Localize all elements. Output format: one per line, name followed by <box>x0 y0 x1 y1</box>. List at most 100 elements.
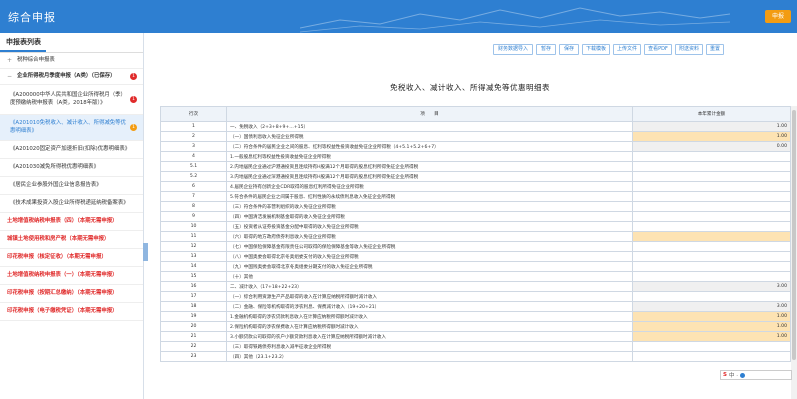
amount-cell[interactable] <box>632 181 791 192</box>
sidebar-item-label: 税种综合申报表 <box>17 56 55 63</box>
row-item: 一、免税收入（2+3+8+9+…+15） <box>226 121 633 132</box>
amount-cell[interactable] <box>632 201 791 212</box>
amount-cell[interactable] <box>632 351 791 362</box>
toolbar-button-1[interactable]: 暂存 <box>536 44 556 55</box>
row-item: 2.保险机构取得的涉农保费收入在计算应纳税所得额时减计收入 <box>226 321 633 332</box>
sidebar-collapse-handle[interactable] <box>143 243 148 261</box>
vertical-scrollbar[interactable] <box>791 106 797 399</box>
row-item: 1.金融机构取得的涉农贷款利息收入在计算应纳税所得额时减计收入 <box>226 311 633 322</box>
row-number: 5.1 <box>160 161 227 172</box>
row-number: 5.2 <box>160 171 227 182</box>
row-number: 1 <box>160 121 227 132</box>
sidebar-item-12[interactable]: 印花税申报（按期汇总缴纳）（本期无需申报） <box>0 285 143 303</box>
sidebar-item-label: 土地增值税纳税申报表（一）（本期无需申报） <box>7 271 118 278</box>
row-item: （二）符合条件的居民企业之间的股息、红利等权益性投资收益免征企业所得税（4+5.… <box>226 141 633 152</box>
toolbar-button-6[interactable]: 附送资料 <box>675 44 703 55</box>
row-item: 二、减计收入（17+18+22+23） <box>226 281 633 292</box>
sidebar-item-9[interactable]: 城镇土地使用税和房产税（本期无需申报） <box>0 231 143 249</box>
col-header-amount: 本年累计金额 <box>632 106 791 122</box>
table-row: 14 （九）中国残奥委会取得北京冬奥组委分期支付的收入免征企业所得税 <box>160 261 791 272</box>
row-item: （三）取得铁路债券利息收入减半征收企业所得税 <box>226 341 633 352</box>
row-number: 3 <box>160 141 227 152</box>
row-number: 12 <box>160 241 227 252</box>
toolbar-button-3[interactable]: 下载模板 <box>582 44 610 55</box>
scrollbar-thumb[interactable] <box>792 110 796 360</box>
sidebar-item-6[interactable]: 《居民企业参股外国企业信息报告表》 <box>0 177 143 195</box>
sidebar-item-7[interactable]: 《技术成果投资入股企业所得税递延纳税备案表》 <box>0 195 143 213</box>
sidebar-item-label: 印花税申报（按期汇总缴纳）（本期无需申报） <box>7 289 118 296</box>
floating-ime-toolbar[interactable]: S 中 · <box>720 370 792 380</box>
row-item: （一）综合利用资源生产产品取得的收入在计算应纳税所得额时减计收入 <box>226 291 633 302</box>
toolbar-button-2[interactable]: 保存 <box>559 44 579 55</box>
sidebar-item-label: 城镇土地使用税和房产税（本期无需申报） <box>7 235 110 242</box>
amount-cell[interactable] <box>632 241 791 252</box>
row-item: 2.内地居民企业通过沪港通投资且连续持有H股满12个月取得的股息红利所得免征企业… <box>226 161 633 172</box>
row-number: 20 <box>160 321 227 332</box>
great-wall-decoration <box>300 7 730 33</box>
app-window: 综合申报 申报 申报表列表 + 税种综合申报表 − 企业所得税月季度申报（A类）（已保… <box>0 0 797 399</box>
sidebar-item-5[interactable]: 《A201030减免所得税优惠明细表》 <box>0 159 143 177</box>
amount-cell[interactable]: 1.00 <box>632 131 791 142</box>
declare-button[interactable]: 申报 <box>765 10 791 23</box>
toolbar-button-4[interactable]: 上传文件 <box>613 44 641 55</box>
row-number: 19 <box>160 311 227 322</box>
amount-cell[interactable] <box>632 341 791 352</box>
amount-cell[interactable] <box>632 151 791 162</box>
sidebar-item-4[interactable]: 《A201020固定资产加速折旧(扣除)优惠明细表》 <box>0 141 143 159</box>
app-title: 综合申报 <box>8 11 56 24</box>
row-number: 16 <box>160 281 227 292</box>
sidebar-item-label: 《居民企业参股外国企业信息报告表》 <box>10 181 102 188</box>
toolbar-button-0[interactable]: 财务数据导入 <box>493 44 533 55</box>
amount-cell: 3.00 <box>632 281 791 292</box>
amount-cell[interactable]: 1.00 <box>632 311 791 322</box>
table-row: 2 （一）国债利息收入免征企业所得税 1.00 <box>160 131 791 142</box>
amount-cell[interactable] <box>632 211 791 222</box>
amount-cell[interactable] <box>632 271 791 282</box>
amount-cell[interactable] <box>632 191 791 202</box>
row-number: 14 <box>160 261 227 272</box>
sidebar-item-0[interactable]: + 税种综合申报表 <box>0 53 143 69</box>
sidebar-item-label: 《技术成果投资入股企业所得税递延纳税备案表》 <box>10 199 129 206</box>
sidebar-item-11[interactable]: 土地增值税纳税申报表（一）（本期无需申报） <box>0 267 143 285</box>
row-number: 22 <box>160 341 227 352</box>
row-item: （九）中国残奥委会取得北京冬奥组委分期支付的收入免征企业所得税 <box>226 261 633 272</box>
amount-cell[interactable] <box>632 171 791 182</box>
row-item: （七）中国保险保障基金有限责任公司取得的保险保障基金等收入免征企业所得税 <box>226 241 633 252</box>
table-row: 10 （五）投资者从证券投资基金分配中取得的收入免征企业所得税 <box>160 221 791 232</box>
amount-cell[interactable] <box>632 291 791 302</box>
sidebar-item-2[interactable]: 《A200000中华人民共和国企业所得税月（季）度预缴纳税申报表（A类，2018… <box>0 85 143 115</box>
sidebar-item-1[interactable]: − 企业所得税月季度申报（A类）（已保存） 1 <box>0 69 143 85</box>
table-row: 18 （二）金融、保险等机构取得的涉农利息、保费减计收入（19+20+21） 3.0… <box>160 301 791 312</box>
sidebar-item-3[interactable]: 《A201010免税收入、减计收入、所得减免等优惠明细表》 1 <box>0 115 143 141</box>
row-item: （一）国债利息收入免征企业所得税 <box>226 131 633 142</box>
col-header-item: 项 目 <box>226 106 633 122</box>
table-row: 13 （八）中国奥委会取得北京冬奥组委支付的收入免征企业所得税 <box>160 251 791 262</box>
row-item: （二）金融、保险等机构取得的涉农利息、保费减计收入（19+20+21） <box>226 301 633 312</box>
amount-cell[interactable] <box>632 231 791 242</box>
amount-cell: 1.00 <box>632 121 791 132</box>
sidebar-item-13[interactable]: 印花税申报（电子缴税凭证）（本期无需申报） <box>0 303 143 321</box>
sidebar-item-label: 企业所得税月季度申报（A类）（已保存） <box>17 72 116 79</box>
sidebar: 申报表列表 + 税种综合申报表 − 企业所得税月季度申报（A类）（已保存） 1 《A200… <box>0 33 148 399</box>
row-number: 7 <box>160 191 227 202</box>
row-item: （六）取得的地方政府债券利息收入免征企业所得税 <box>226 231 633 242</box>
amount-cell[interactable]: 1.00 <box>632 331 791 342</box>
table-row: 5.2 3.内地居民企业通过深港通投资且连续持有H股满12个月取得的股息红利所得免… <box>160 171 791 182</box>
sidebar-item-8[interactable]: 土地增值税纳税申报表（四）（本期无需申报） <box>0 213 143 231</box>
amount-cell[interactable] <box>632 161 791 172</box>
table-row: 19 1.金融机构取得的涉农贷款利息收入在计算应纳税所得额时减计收入 1.00 <box>160 311 791 322</box>
row-number: 8 <box>160 201 227 212</box>
row-number: 11 <box>160 231 227 242</box>
sidebar-item-label: 印花税申报（电子缴税凭证）（本期无需申报） <box>7 307 118 314</box>
amount-cell[interactable] <box>632 251 791 262</box>
toolbar-button-5[interactable]: 查看PDF <box>644 44 672 55</box>
amount-cell[interactable]: 1.00 <box>632 321 791 332</box>
amount-cell[interactable] <box>632 221 791 232</box>
sidebar-item-label: 《A201010免税收入、减计收入、所得减免等优惠明细表》 <box>10 119 126 134</box>
table-row: 8 （三）符合条件的非营利组织的收入免征企业所得税 <box>160 201 791 212</box>
col-header-row-no: 行次 <box>160 106 227 122</box>
sidebar-item-10[interactable]: 印花税申报（核定征收）（本期无需申报） <box>0 249 143 267</box>
table-row: 20 2.保险机构取得的涉农保费收入在计算应纳税所得额时减计收入 1.00 <box>160 321 791 332</box>
toolbar-button-7[interactable]: 重置 <box>706 44 724 55</box>
amount-cell[interactable] <box>632 261 791 272</box>
